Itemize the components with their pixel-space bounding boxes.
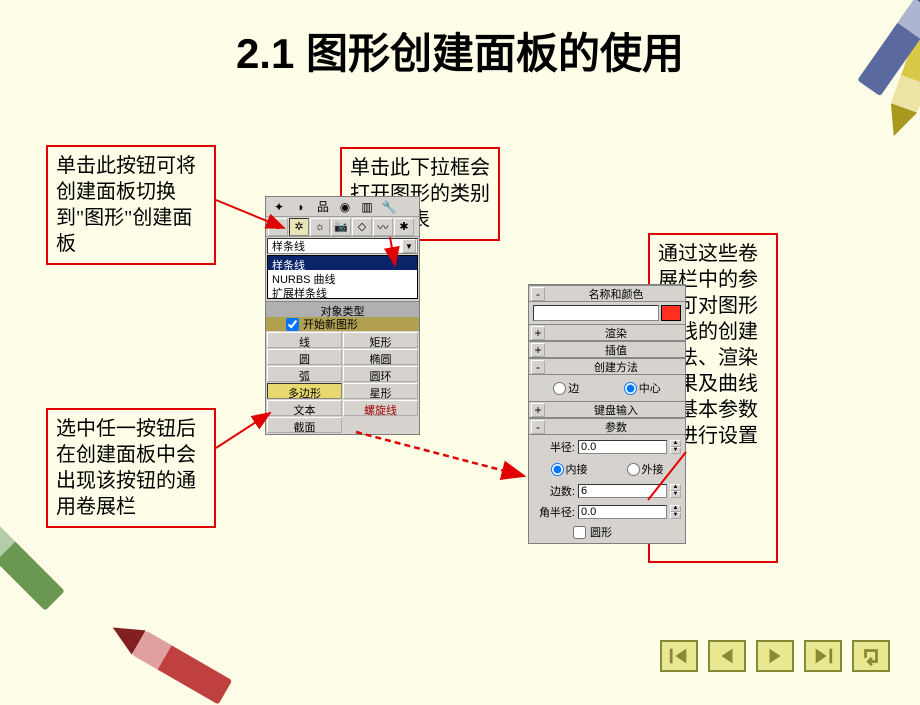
circumscribed-radio-label[interactable]: 外接 (627, 461, 664, 477)
motion-tab-icon[interactable]: ◉ (334, 198, 356, 216)
shape-rectangle-button[interactable]: 矩形 (343, 332, 418, 348)
corner-radius-label: 角半径: (533, 504, 575, 520)
modify-tab-icon[interactable]: ◗ (290, 198, 312, 216)
category-row: ○ ✲ ☼ 📷 ◇ 〰 ✱ (266, 217, 419, 237)
dropdown-selected: 样条线 (272, 238, 305, 254)
shape-circle-button[interactable]: 圆 (267, 349, 342, 365)
sides-field[interactable]: 6 (578, 484, 667, 498)
params-panel: - 名称和颜色 + 渲染 + 插值 - 创建方法 边 中心 (528, 284, 686, 544)
rollout-render[interactable]: + 渲染 (529, 325, 685, 341)
collapse-icon[interactable]: - (531, 420, 545, 434)
rollout-label: 渲染 (547, 325, 685, 341)
center-radio[interactable] (624, 382, 637, 395)
create-panel: ✦ ◗ 品 ◉ ▥ 🔧 ○ ✲ ☼ 📷 ◇ 〰 ✱ 样条线 ▼ 样条线 NURB… (265, 196, 420, 435)
edge-radio[interactable] (553, 382, 566, 395)
title-number: 2.1 (236, 30, 294, 77)
start-new-shape-checkbox[interactable] (286, 318, 299, 331)
object-type-header: 对象类型 (266, 301, 419, 317)
display-tab-icon[interactable]: ▥ (356, 198, 378, 216)
radius-spinner[interactable]: ▲▼ (670, 440, 681, 454)
center-radio-label[interactable]: 中心 (624, 380, 661, 396)
utilities-tab-icon[interactable]: 🔧 (378, 198, 400, 216)
nav-return-button[interactable] (852, 640, 890, 672)
shape-ngon-button[interactable]: 多边形 (267, 383, 342, 399)
dropdown-list: 样条线 NURBS 曲线 扩展样条线 (267, 255, 418, 299)
shape-line-button[interactable]: 线 (267, 332, 342, 348)
expand-icon[interactable]: + (531, 343, 545, 357)
nav-last-button[interactable] (804, 640, 842, 672)
title-text: 图形创建面板的使用 (306, 30, 684, 77)
circular-label: 圆形 (590, 524, 612, 540)
sides-label: 边数: (533, 483, 575, 499)
shape-category-dropdown[interactable]: 样条线 ▼ (267, 238, 418, 254)
collapse-icon[interactable]: - (531, 360, 545, 374)
rollout-label: 创建方法 (547, 359, 685, 375)
sides-spinner[interactable]: ▲▼ (670, 484, 681, 498)
hierarchy-tab-icon[interactable]: 品 (312, 198, 334, 216)
radius-label: 半径: (533, 439, 575, 455)
main-tab-row: ✦ ◗ 品 ◉ ▥ 🔧 (266, 197, 419, 217)
shape-ellipse-button[interactable]: 椭圆 (343, 349, 418, 365)
dropdown-item[interactable]: NURBS 曲线 (268, 270, 417, 284)
circular-checkbox[interactable] (573, 526, 586, 539)
shape-text-button[interactable]: 文本 (267, 400, 342, 416)
dropdown-arrow-icon[interactable]: ▼ (402, 239, 416, 253)
rollout-interpolation[interactable]: + 插值 (529, 342, 685, 358)
start-new-shape-label: 开始新图形 (303, 316, 358, 332)
shape-donut-button[interactable]: 圆环 (343, 366, 418, 382)
callout-shape-button: 单击此按钮可将创建面板切换到"图形"创建面板 (46, 145, 216, 265)
shape-star-button[interactable]: 星形 (343, 383, 418, 399)
corner-radius-field[interactable]: 0.0 (578, 505, 667, 519)
expand-icon[interactable]: + (531, 326, 545, 340)
helpers-icon[interactable]: ◇ (352, 218, 372, 236)
crayon-decoration (106, 615, 233, 704)
start-new-shape-row: 开始新图形 (266, 317, 419, 331)
rollout-name-color[interactable]: - 名称和颜色 (529, 286, 685, 302)
edge-radio-label[interactable]: 边 (553, 380, 579, 396)
collapse-icon[interactable]: - (531, 287, 545, 301)
shape-section-button[interactable]: 截面 (267, 417, 342, 433)
rollout-keyboard-entry[interactable]: + 键盘输入 (529, 402, 685, 418)
object-name-field[interactable] (533, 305, 659, 321)
systems-icon[interactable]: ✱ (394, 218, 414, 236)
shape-button-grid: 线 矩形 圆 椭圆 弧 圆环 多边形 星形 文本 螺旋线 截面 (266, 331, 419, 434)
rollout-creation-method[interactable]: - 创建方法 (529, 359, 685, 375)
rollout-label: 插值 (547, 342, 685, 358)
spacewarps-icon[interactable]: 〰 (373, 218, 393, 236)
page-title: 2.1 图形创建面板的使用 (0, 20, 920, 81)
slide-nav (660, 640, 890, 672)
inscribed-radio-label[interactable]: 内接 (551, 461, 588, 477)
nav-next-button[interactable] (756, 640, 794, 672)
rollout-label: 名称和颜色 (547, 286, 685, 302)
geometry-icon[interactable]: ○ (268, 218, 288, 236)
nav-prev-button[interactable] (708, 640, 746, 672)
cameras-icon[interactable]: 📷 (331, 218, 351, 236)
shape-helix-button[interactable]: 螺旋线 (343, 400, 418, 416)
dropdown-item[interactable]: 样条线 (268, 256, 417, 270)
rollout-parameters[interactable]: - 参数 (529, 419, 685, 435)
dropdown-item[interactable]: 扩展样条线 (268, 284, 417, 298)
object-color-swatch[interactable] (661, 305, 681, 321)
shapes-icon[interactable]: ✲ (289, 218, 309, 236)
shape-arc-button[interactable]: 弧 (267, 366, 342, 382)
expand-icon[interactable]: + (531, 403, 545, 417)
callout-selected-button: 选中任一按钮后在创建面板中会出现该按钮的通用卷展栏 (46, 408, 216, 528)
corner-radius-spinner[interactable]: ▲▼ (670, 505, 681, 519)
arrow-overlay (0, 0, 920, 690)
create-tab-icon[interactable]: ✦ (268, 198, 290, 216)
nav-first-button[interactable] (660, 640, 698, 672)
inscribed-radio[interactable] (551, 463, 564, 476)
radius-field[interactable]: 0.0 (578, 440, 667, 454)
circumscribed-radio[interactable] (627, 463, 640, 476)
lights-icon[interactable]: ☼ (310, 218, 330, 236)
rollout-label: 键盘输入 (547, 402, 685, 418)
rollout-label: 参数 (547, 419, 685, 435)
